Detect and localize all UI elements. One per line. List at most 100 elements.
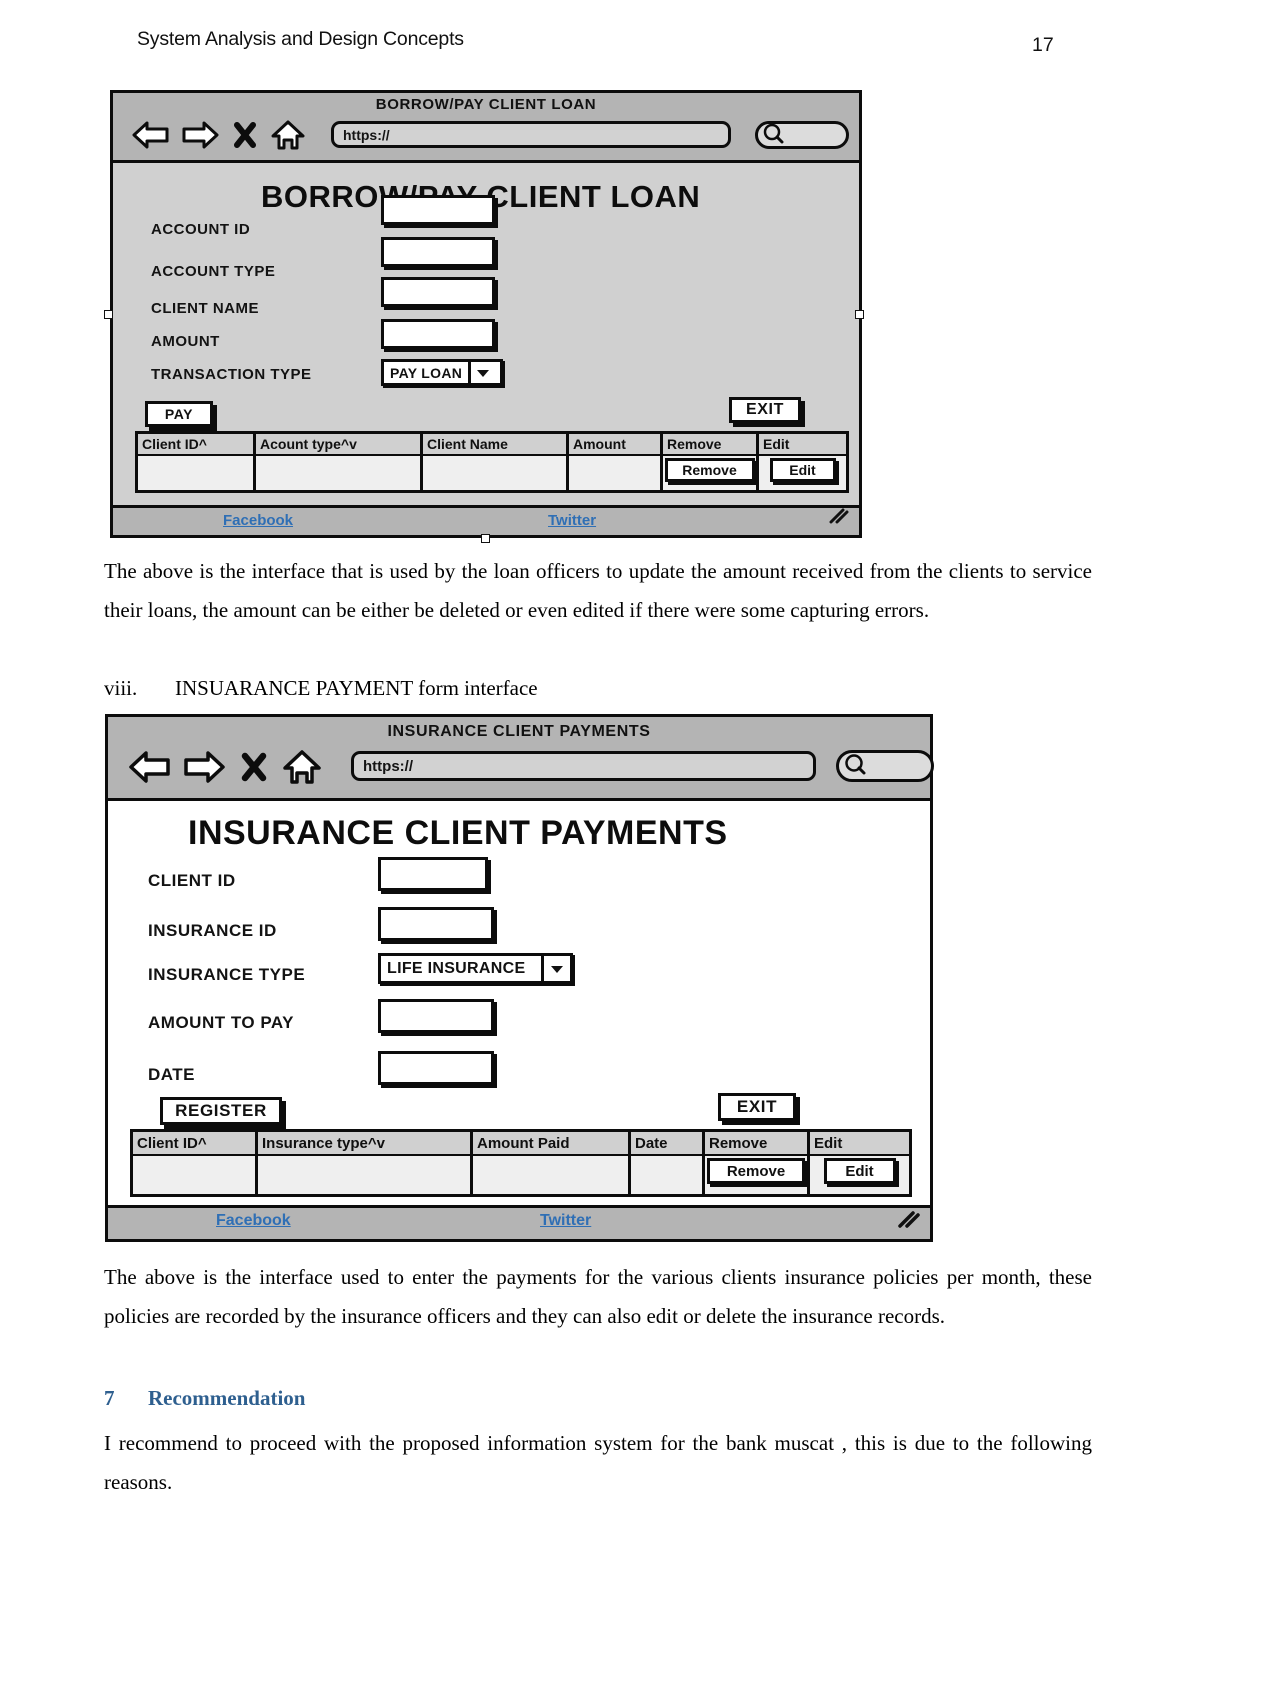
input-client-name[interactable] — [381, 277, 495, 307]
form-title-insurance: INSURANCE CLIENT PAYMENTS — [188, 814, 728, 852]
selection-handle-right[interactable] — [855, 310, 864, 319]
select-insurance-type-value: LIFE INSURANCE — [387, 959, 526, 977]
magnifier-icon — [843, 752, 867, 781]
recommendation-paragraph: I recommend to proceed with the proposed… — [104, 1431, 1092, 1494]
input-client-id[interactable] — [378, 857, 488, 891]
label-transaction-type: TRANSACTION TYPE — [151, 366, 312, 383]
search-box[interactable] — [755, 121, 849, 149]
mockup-footer-loan: Facebook Twitter — [113, 505, 859, 535]
grid-col-amount-paid[interactable]: Amount Paid — [473, 1132, 631, 1154]
grid-col-amount[interactable]: Amount — [569, 434, 663, 454]
select-transaction-type-value: PAY LOAN — [390, 364, 463, 381]
pay-button[interactable]: PAY — [145, 401, 213, 427]
browser-nav-icons — [131, 119, 306, 151]
grid-col-client-name[interactable]: Client Name — [423, 434, 569, 454]
label-client-name: CLIENT NAME — [151, 300, 259, 317]
select-insurance-type[interactable]: LIFE INSURANCE — [378, 953, 573, 984]
mockup-window-insurance-client-payments: INSURANCE CLIENT PAYMENTS https:// INSUR… — [105, 714, 934, 1242]
list-item-insurance-payment: INSUARANCE PAYMENT form interface — [175, 676, 538, 700]
facebook-link[interactable]: Facebook — [223, 512, 293, 529]
grid-col-edit[interactable]: Edit — [759, 434, 846, 454]
input-account-id[interactable] — [381, 195, 495, 225]
resize-grip-icon[interactable] — [896, 1210, 920, 1235]
insurance-payments-grid: Client ID^ Insurance type^v Amount Paid … — [130, 1129, 912, 1197]
label-insurance-id: INSURANCE ID — [148, 921, 277, 940]
forward-arrow-icon[interactable] — [180, 120, 220, 150]
exit-button-insurance[interactable]: EXIT — [718, 1093, 796, 1121]
input-account-type[interactable] — [381, 237, 495, 267]
input-amount-to-pay[interactable] — [378, 999, 494, 1033]
magnifier-icon — [762, 122, 784, 149]
grid-col-edit[interactable]: Edit — [810, 1132, 909, 1154]
exit-button[interactable]: EXIT — [729, 397, 801, 423]
input-date[interactable] — [378, 1051, 494, 1085]
twitter-link[interactable]: Twitter — [540, 1212, 591, 1230]
close-x-icon[interactable] — [233, 121, 257, 149]
label-amount-to-pay: AMOUNT TO PAY — [148, 1013, 294, 1032]
grid-cell-client-name — [423, 456, 569, 490]
grid-col-remove[interactable]: Remove — [663, 434, 759, 454]
grid-col-client-id[interactable]: Client ID^ — [133, 1132, 258, 1154]
back-arrow-icon[interactable] — [131, 120, 171, 150]
browser-window-title: BORROW/PAY CLIENT LOAN — [375, 96, 597, 113]
input-amount[interactable] — [381, 319, 495, 349]
selection-handle-bottom[interactable] — [481, 534, 490, 543]
url-bar[interactable]: https:// — [331, 121, 731, 148]
grid-empty-row: Remove Edit — [138, 456, 846, 490]
grid-col-date[interactable]: Date — [631, 1132, 705, 1154]
grid-header-row: Client ID^ Acount type^v Client Name Amo… — [138, 434, 846, 456]
grid-col-remove[interactable]: Remove — [705, 1132, 810, 1154]
chevron-down-icon[interactable] — [541, 956, 570, 981]
browser-chrome-insurance: INSURANCE CLIENT PAYMENTS https:// — [108, 717, 934, 801]
list-marker-viii: viii. — [104, 676, 138, 700]
loan-transactions-grid: Client ID^ Acount type^v Client Name Amo… — [135, 431, 849, 493]
twitter-link[interactable]: Twitter — [548, 512, 596, 529]
label-account-id: ACCOUNT ID — [151, 221, 251, 238]
grid-empty-row-insurance: Remove Edit — [133, 1156, 909, 1194]
grid-cell-edit: Edit — [759, 456, 846, 490]
resize-grip-icon[interactable] — [827, 508, 849, 531]
page-number: 17 — [1032, 34, 1054, 56]
input-insurance-id[interactable] — [378, 907, 494, 941]
label-client-id: CLIENT ID — [148, 871, 236, 890]
register-button[interactable]: REGISTER — [160, 1097, 282, 1125]
row-remove-button[interactable]: Remove — [707, 1158, 805, 1184]
grid-col-insurance-type[interactable]: Insurance type^v — [258, 1132, 473, 1154]
grid-col-account-type[interactable]: Acount type^v — [256, 434, 423, 454]
grid-cell-insurance-type — [258, 1156, 473, 1194]
back-arrow-icon[interactable] — [128, 750, 172, 784]
select-transaction-type[interactable]: PAY LOAN — [381, 359, 503, 386]
home-icon[interactable] — [270, 119, 306, 151]
selection-handle-left[interactable] — [104, 310, 113, 319]
chevron-down-icon[interactable] — [468, 362, 495, 383]
url-text-insurance: https:// — [363, 757, 413, 775]
home-icon[interactable] — [282, 749, 322, 785]
label-account-type: ACCOUNT TYPE — [151, 263, 276, 280]
label-insurance-type: INSURANCE TYPE — [148, 965, 306, 984]
row-edit-button[interactable]: Edit — [823, 1158, 896, 1184]
row-remove-button[interactable]: Remove — [664, 458, 755, 482]
grid-cell-client-id — [133, 1156, 258, 1194]
grid-col-client-id[interactable]: Client ID^ — [138, 434, 256, 454]
url-text: https:// — [343, 126, 390, 143]
mockup-footer-insurance: Facebook Twitter — [108, 1205, 930, 1239]
search-box-insurance[interactable] — [836, 750, 934, 782]
page-body-loan: BORROW/PAY CLIENT LOAN ACCOUNT ID ACCOUN… — [113, 163, 859, 535]
close-x-icon[interactable] — [241, 751, 267, 783]
forward-arrow-icon[interactable] — [182, 750, 226, 784]
grid-cell-edit: Edit — [810, 1156, 909, 1194]
grid-cell-client-id — [138, 456, 256, 490]
grid-cell-amount — [569, 456, 663, 490]
section-title-recommendation: Recommendation — [148, 1386, 306, 1410]
browser-window-title-insurance: INSURANCE CLIENT PAYMENTS — [387, 723, 651, 740]
facebook-link[interactable]: Facebook — [216, 1212, 291, 1230]
grid-cell-remove: Remove — [705, 1156, 810, 1194]
url-bar-insurance[interactable]: https:// — [351, 751, 816, 781]
browser-chrome: BORROW/PAY CLIENT LOAN https:// — [113, 93, 859, 163]
document-title: System Analysis and Design Concepts — [137, 28, 464, 50]
row-edit-button[interactable]: Edit — [769, 458, 836, 482]
browser-nav-icons-insurance — [128, 749, 322, 785]
page-body-insurance: INSURANCE CLIENT PAYMENTS CLIENT ID INSU… — [108, 801, 930, 1239]
label-date: DATE — [148, 1065, 196, 1084]
page-header: System Analysis and Design Concepts 17 — [0, 28, 1275, 62]
